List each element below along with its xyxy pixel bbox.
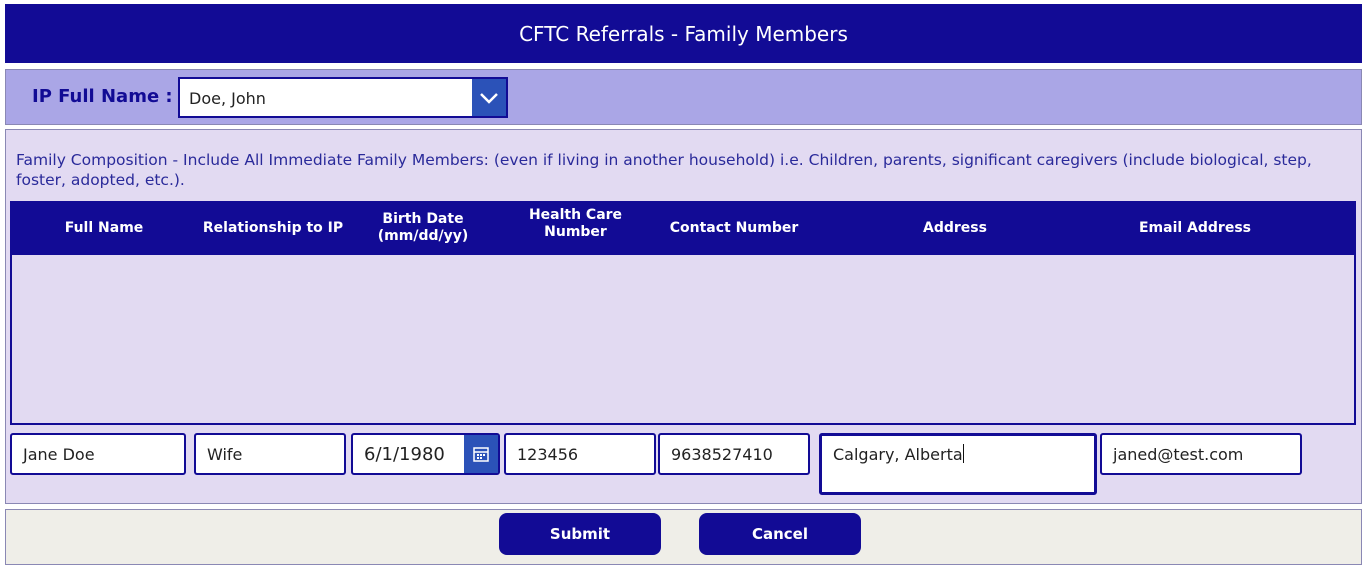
- column-header-health-care-number: Health Care Number: [528, 207, 623, 240]
- text-cursor: [962, 444, 964, 463]
- column-header-contact-number: Contact Number: [669, 219, 799, 236]
- form-footer: Submit Cancel: [5, 509, 1362, 565]
- family-members-table-body: [10, 255, 1356, 425]
- calendar-icon: [473, 447, 489, 462]
- email-address-input[interactable]: janed@test.com: [1100, 433, 1302, 475]
- ip-selector-bar: IP Full Name : Doe, John: [5, 69, 1362, 125]
- cancel-button[interactable]: Cancel: [699, 513, 861, 555]
- chevron-down-icon: [480, 92, 498, 104]
- page-title: CFTC Referrals - Family Members: [519, 21, 848, 46]
- column-header-email-address: Email Address: [1138, 219, 1251, 236]
- dropdown-toggle-button[interactable]: [472, 79, 506, 116]
- table-header: Full Name Relationship to IP Birth Date(…: [10, 201, 1356, 255]
- health-care-number-input[interactable]: 123456: [504, 433, 656, 475]
- family-composition-instructions: Family Composition - Include All Immedia…: [16, 151, 1312, 189]
- family-members-panel: Family Composition - Include All Immedia…: [5, 129, 1362, 504]
- address-value: Calgary, Alberta: [833, 445, 963, 464]
- column-header-full-name: Full Name: [64, 219, 144, 236]
- full-name-input[interactable]: Jane Doe: [10, 433, 186, 475]
- calendar-button[interactable]: [464, 435, 498, 473]
- contact-number-input[interactable]: 9638527410: [658, 433, 810, 475]
- submit-button[interactable]: Submit: [499, 513, 661, 555]
- ip-full-name-dropdown[interactable]: Doe, John: [178, 77, 508, 118]
- ip-full-name-value: Doe, John: [189, 89, 266, 108]
- birth-date-picker[interactable]: 6/1/1980: [351, 433, 500, 475]
- app-header: CFTC Referrals - Family Members: [5, 4, 1362, 63]
- ip-full-name-label: IP Full Name :: [32, 86, 173, 107]
- relationship-input[interactable]: Wife: [194, 433, 346, 475]
- column-header-birth-date: Birth Date (mm/dd/yy): [377, 211, 469, 244]
- column-header-address: Address: [923, 219, 987, 236]
- column-header-relationship: Relationship to IP: [202, 219, 344, 236]
- address-input[interactable]: Calgary, Alberta: [819, 433, 1097, 495]
